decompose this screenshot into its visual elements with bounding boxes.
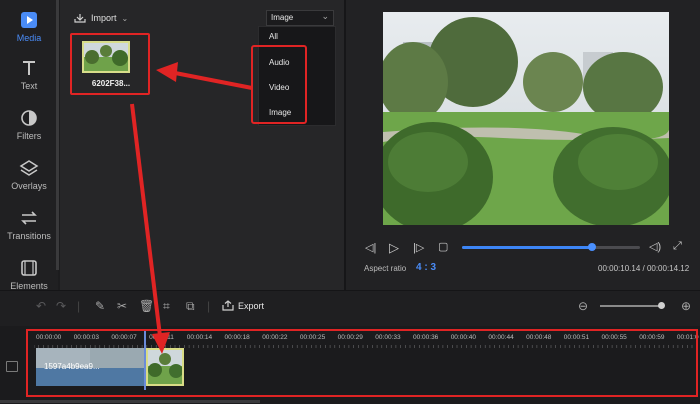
transitions-icon <box>21 211 37 225</box>
filter-selected-value: Image <box>271 13 294 22</box>
step-forward-icon[interactable]: |▷ <box>413 241 424 254</box>
zoom-in-icon[interactable]: ⊕ <box>681 299 691 313</box>
split-icon[interactable]: ✂ <box>117 299 127 313</box>
sidebar-item-transitions[interactable]: Transitions <box>0 208 58 241</box>
sidebar-item-text[interactable]: Text <box>0 58 58 91</box>
media-icon <box>21 12 37 28</box>
chevron-down-icon: ⌄ <box>121 13 129 23</box>
sidebar-scrollbar[interactable] <box>56 0 59 270</box>
thumbnail-image <box>84 43 128 71</box>
media-thumbnail-card[interactable]: 6202F38... <box>70 33 150 95</box>
filter-option-all[interactable]: All <box>269 32 278 41</box>
filters-icon <box>21 110 37 126</box>
import-label: Import <box>91 13 117 23</box>
crop-icon[interactable]: ⌗ <box>163 299 170 314</box>
zoom-out-icon[interactable]: ⊖ <box>578 299 588 313</box>
playback-progress-knob[interactable] <box>587 243 596 251</box>
export-label: Export <box>238 300 265 311</box>
redo-icon[interactable]: ↷ <box>56 299 66 313</box>
sidebar-item-elements[interactable]: Elements <box>0 258 58 291</box>
aspect-ratio-label: Aspect ratio <box>364 264 407 273</box>
fullscreen-icon[interactable]: ⤢ <box>673 240 682 253</box>
overlays-icon <box>19 160 39 176</box>
preview-video-frame <box>383 12 669 225</box>
sidebar-item-filters[interactable]: Filters <box>0 108 58 141</box>
sidebar-item-overlays[interactable]: Overlays <box>0 158 58 191</box>
zoom-slider-knob[interactable] <box>658 302 665 309</box>
sidebar-item-label: Overlays <box>11 181 47 191</box>
stop-icon[interactable]: ▢ <box>438 240 448 253</box>
elements-icon <box>21 260 37 276</box>
media-thumbnail <box>82 41 130 73</box>
import-button[interactable]: Import ⌄ <box>74 10 128 26</box>
sidebar: Media Text Filters Overlays Transitions … <box>0 0 58 291</box>
menu-highlight-box <box>251 45 307 124</box>
sidebar-item-label: Transitions <box>7 231 51 241</box>
edit-icon[interactable]: ✎ <box>95 299 105 313</box>
timeline-scrollbar[interactable] <box>0 400 260 403</box>
undo-icon[interactable]: ↶ <box>36 299 46 313</box>
time-total: 00:00:14.12 <box>646 264 690 273</box>
play-icon[interactable]: ▷ <box>389 240 399 256</box>
time-separator: / <box>640 264 647 273</box>
freeze-icon[interactable]: ⧉ <box>186 299 195 314</box>
time-current: 00:00:10.14 <box>598 264 641 273</box>
sidebar-item-label: Text <box>20 81 38 91</box>
sidebar-item-media[interactable]: Media <box>0 10 58 43</box>
import-icon <box>74 14 86 23</box>
media-thumbnail-label: 6202F38... <box>91 79 131 88</box>
time-readout: 00:00:10.14 / 00:00:14.12 <box>598 264 689 273</box>
track-icon <box>6 361 18 372</box>
sidebar-item-label: Filters <box>16 131 42 141</box>
zoom-slider[interactable] <box>600 305 664 307</box>
playback-progress-fill <box>462 246 592 249</box>
toolbar-divider: | <box>77 299 81 313</box>
toolbar-divider: | <box>207 299 211 313</box>
export-button[interactable]: Export <box>222 300 264 311</box>
volume-icon[interactable]: ◁) <box>649 240 661 253</box>
export-icon <box>222 300 234 311</box>
aspect-ratio-value[interactable]: 4 : 3 <box>416 262 436 273</box>
media-filter-select[interactable]: Image ⌄ <box>266 10 334 26</box>
delete-icon[interactable]: 🗑 <box>139 299 154 313</box>
preview-image <box>383 12 669 225</box>
timeline-highlight-box <box>26 329 698 397</box>
sidebar-item-label: Media <box>16 33 42 43</box>
chevron-down-icon: ⌄ <box>321 11 329 21</box>
text-icon <box>23 61 35 75</box>
step-back-icon[interactable]: ◁| <box>365 241 376 254</box>
